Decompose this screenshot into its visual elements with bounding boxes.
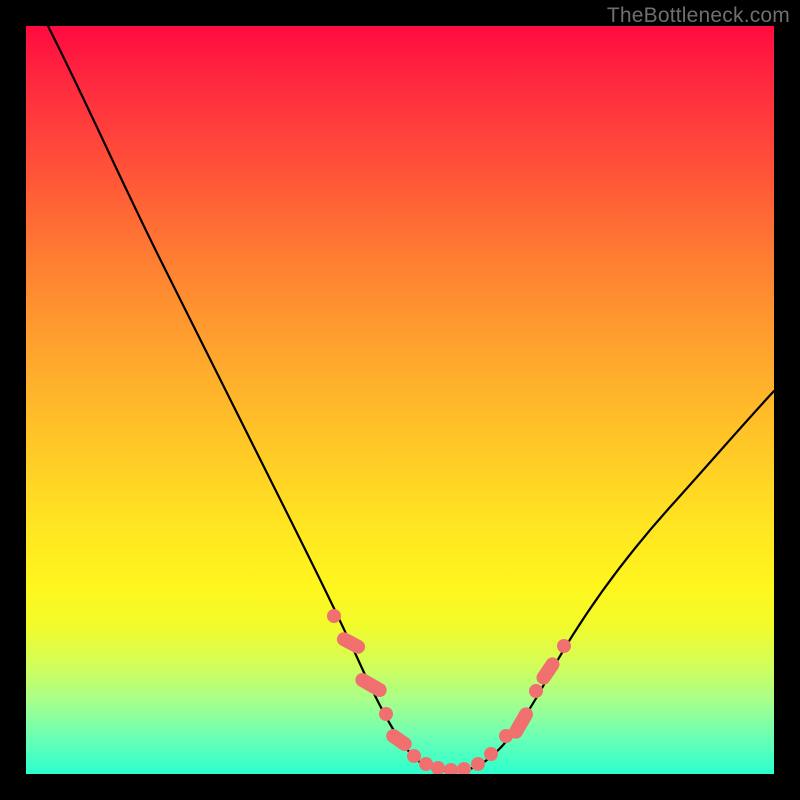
marker-dot — [557, 639, 571, 653]
marker-dot — [384, 726, 415, 754]
marker-dot — [334, 630, 367, 656]
marker-dot — [457, 762, 471, 774]
marker-dot — [431, 761, 445, 774]
marker-dot — [484, 747, 498, 761]
marker-dot — [407, 749, 421, 763]
marker-dot — [327, 609, 341, 623]
marker-dot — [444, 763, 458, 774]
marker-dot — [506, 705, 535, 741]
marker-dot — [419, 757, 433, 771]
marker-group — [327, 609, 571, 774]
marker-dot — [471, 757, 485, 771]
chart-area — [26, 26, 774, 774]
marker-dot — [529, 684, 543, 698]
marker-dot — [353, 670, 389, 699]
marker-dot — [379, 707, 393, 721]
watermark-text: TheBottleneck.com — [607, 4, 790, 28]
plot-svg — [26, 26, 774, 774]
bottleneck-curve — [48, 26, 774, 771]
